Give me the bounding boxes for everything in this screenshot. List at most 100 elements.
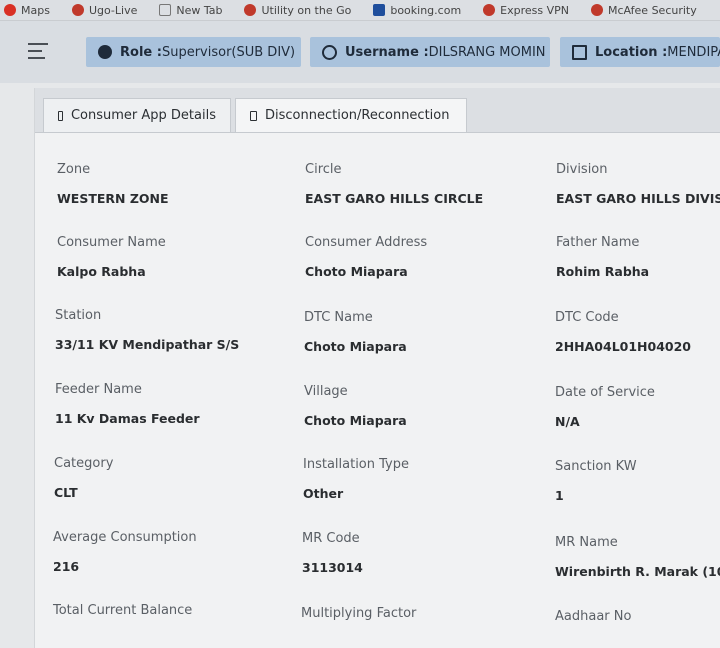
- field-label: Total Current Balance: [53, 603, 193, 618]
- field-station: Station 33/11 KV Mendipathar S/S: [55, 308, 275, 352]
- field-value: 216: [53, 559, 80, 574]
- field-label: Father Name: [556, 235, 640, 250]
- bookmark-label: Utility on the Go: [261, 3, 352, 17]
- field-value: Wirenbirth R. Marak (100: [555, 564, 720, 579]
- field-feeder-name: Feeder Name 11 Kv Damas Feeder: [55, 382, 275, 426]
- field-circle: Circle EAST GARO HILLS CIRCLE: [305, 162, 525, 206]
- field-label: Average Consumption: [53, 530, 197, 545]
- ugo-live-icon: [71, 4, 84, 16]
- field-label: Circle: [305, 162, 342, 177]
- field-value: 11 Kv Damas Feeder: [55, 411, 200, 426]
- field-value: 1: [555, 488, 564, 503]
- field-value: 2HHA04L01H04020: [555, 339, 691, 354]
- field-value: WESTERN ZONE: [57, 191, 169, 206]
- bookmark-express-vpn[interactable]: Express VPN: [483, 4, 569, 17]
- bookmark-label: McAfee Security: [608, 3, 697, 17]
- hamburger-menu-icon[interactable]: [28, 43, 48, 59]
- booking-icon: [373, 4, 386, 16]
- role-chip: Role :Supervisor(SUB DIV): [86, 37, 301, 67]
- field-label: DTC Name: [304, 310, 373, 325]
- field-value: Other: [303, 486, 344, 501]
- field-consumer-address: Consumer Address Choto Miapara: [305, 235, 525, 279]
- username-value: DILSRANG MOMIN: [428, 44, 546, 60]
- bookmark-booking[interactable]: booking.com: [373, 4, 461, 17]
- tab-disconnection-reconnection[interactable]: Disconnection/Reconnection: [235, 98, 467, 132]
- field-label: Sanction KW: [555, 459, 637, 474]
- field-multiplying-factor: Multiplying Factor: [301, 606, 521, 621]
- field-value: Rohim Rabha: [556, 264, 650, 279]
- field-label: MR Code: [302, 531, 360, 546]
- field-mr-name: MR Name Wirenbirth R. Marak (100: [555, 535, 720, 579]
- tab-label: Disconnection/Reconnection: [265, 108, 450, 123]
- field-sanction-kw: Sanction KW 1: [555, 459, 720, 503]
- field-value: Choto Miapara: [305, 264, 408, 279]
- field-label: Division: [556, 162, 608, 177]
- field-label: Feeder Name: [55, 382, 142, 397]
- field-mr-code: MR Code 3113014: [302, 531, 522, 575]
- field-village: Village Choto Miapara: [304, 384, 524, 428]
- app-header: Role :Supervisor(SUB DIV) Username :DILS…: [0, 21, 720, 83]
- bookmark-label: New Tab: [176, 3, 223, 17]
- building-icon: [572, 44, 587, 60]
- field-label: Installation Type: [303, 457, 409, 472]
- page-icon: [159, 4, 172, 16]
- field-label: Zone: [57, 162, 91, 177]
- field-value: 3113014: [302, 560, 363, 575]
- tab-consumer-app-details[interactable]: Consumer App Details: [43, 98, 231, 132]
- plus-circle-icon: [98, 45, 112, 59]
- field-label: DTC Code: [555, 310, 619, 325]
- field-zone: Zone WESTERN ZONE: [57, 162, 277, 206]
- bookmark-utility[interactable]: Utility on the Go: [244, 4, 351, 17]
- bookmark-label: Maps: [21, 3, 50, 17]
- username-label: Username :: [345, 44, 429, 60]
- field-label: Multiplying Factor: [301, 606, 417, 621]
- bookmark-mcafee[interactable]: McAfee Security: [591, 4, 697, 17]
- field-label: MR Name: [555, 535, 618, 550]
- vpn-icon: [483, 4, 496, 16]
- bookmark-new-tab[interactable]: New Tab: [159, 4, 222, 17]
- field-label: Village: [304, 384, 348, 399]
- role-value: Supervisor(SUB DIV): [161, 44, 296, 60]
- bookmark-ugo-live[interactable]: Ugo-Live: [71, 3, 138, 17]
- field-aadhaar-no: Aadhaar No: [555, 609, 720, 624]
- field-value: EAST GARO HILLS DIVISION: [556, 191, 720, 206]
- field-label: Category: [54, 456, 114, 471]
- field-value: Choto Miapara: [304, 413, 407, 428]
- map-pin-icon: [4, 4, 16, 16]
- field-value: 33/11 KV Mendipathar S/S: [55, 337, 240, 352]
- bookmark-label: booking.com: [390, 3, 462, 17]
- field-average-consumption: Average Consumption 216: [53, 530, 273, 574]
- field-father-name: Father Name Rohim Rabha: [556, 235, 720, 279]
- user-icon: [322, 44, 337, 60]
- field-value: Kalpo Rabha: [57, 264, 146, 279]
- field-installation-type: Installation Type Other: [303, 457, 523, 501]
- field-label: Aadhaar No: [555, 609, 632, 624]
- location-chip: Location :MENDIPATHAR: [560, 37, 720, 67]
- utility-icon: [244, 4, 257, 16]
- field-division: Division EAST GARO HILLS DIVISION: [556, 162, 720, 206]
- field-consumer-name: Consumer Name Kalpo Rabha: [57, 235, 277, 279]
- username-chip: Username :DILSRANG MOMIN: [310, 37, 550, 67]
- bookmark-label: Express VPN: [500, 3, 569, 17]
- field-value: Choto Miapara: [304, 339, 407, 354]
- field-label: Consumer Address: [305, 235, 428, 250]
- bookmark-label: Ugo-Live: [88, 3, 138, 17]
- field-total-current-balance: Total Current Balance: [53, 603, 273, 618]
- field-date-of-service: Date of Service N/A: [555, 385, 720, 429]
- mcafee-icon: [591, 4, 603, 16]
- location-label: Location :: [595, 44, 668, 60]
- consumer-details-panel: Consumer App Details Disconnection/Recon…: [34, 88, 720, 648]
- field-value: N/A: [555, 414, 580, 429]
- field-label: Station: [55, 308, 102, 323]
- field-category: Category CLT: [54, 456, 274, 500]
- field-dtc-name: DTC Name Choto Miapara: [304, 310, 524, 354]
- bookmarks-bar: Maps Ugo-Live New Tab Utility on the Go …: [0, 0, 720, 21]
- tab-label: Consumer App Details: [70, 108, 216, 123]
- field-value: EAST GARO HILLS CIRCLE: [305, 191, 484, 206]
- field-dtc-code: DTC Code 2HHA04L01H04020: [555, 310, 720, 354]
- bookmark-maps[interactable]: Maps: [4, 4, 50, 17]
- role-label: Role :: [120, 44, 162, 60]
- field-label: Consumer Name: [57, 235, 166, 250]
- tab-icon: [250, 110, 257, 121]
- field-value: CLT: [54, 485, 78, 500]
